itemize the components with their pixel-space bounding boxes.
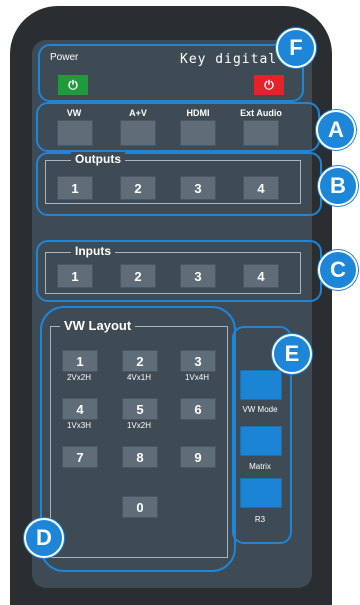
input-button-4[interactable]: 4 [243, 264, 279, 288]
output-button-1[interactable]: 1 [57, 176, 93, 200]
output-button-4[interactable]: 4 [243, 176, 279, 200]
output-button-2[interactable]: 2 [120, 176, 156, 200]
vw-layout-title: VW Layout [60, 318, 136, 333]
badge-a: A [316, 110, 356, 150]
power-off-icon: ⏻ [264, 77, 274, 92]
source-label-vw: VW [66, 108, 82, 118]
input-button-2[interactable]: 2 [120, 264, 156, 288]
vw-key-4[interactable]: 4 [62, 398, 98, 420]
vw-key-6[interactable]: 6 [180, 398, 216, 420]
output-button-3[interactable]: 3 [180, 176, 216, 200]
input-button-3[interactable]: 3 [180, 264, 216, 288]
power-on-icon: ⏻ [68, 77, 78, 92]
power-off-button[interactable]: ⏻ [254, 75, 284, 95]
source-label-ext-audio: Ext Audio [240, 108, 282, 118]
vw-sublabel-5: 1Vx2H [126, 421, 151, 430]
brand-logo: Key digital [180, 52, 278, 67]
source-button-ext-audio[interactable] [243, 120, 279, 146]
vw-key-3[interactable]: 3 [180, 350, 216, 372]
r3-button[interactable] [240, 478, 282, 508]
badge-f: F [276, 28, 316, 68]
badge-b: B [318, 166, 358, 206]
source-label-av: A+V [129, 108, 147, 118]
badge-d: D [24, 518, 64, 558]
source-label-hdmi: HDMI [186, 108, 210, 118]
vw-key-7[interactable]: 7 [62, 446, 98, 468]
power-label: Power [50, 52, 79, 63]
power-on-button[interactable]: ⏻ [58, 75, 88, 95]
source-button-vw[interactable] [57, 120, 93, 146]
vw-sublabel-4: 1Vx3H [66, 421, 91, 430]
vw-key-9[interactable]: 9 [180, 446, 216, 468]
input-button-1[interactable]: 1 [57, 264, 93, 288]
vw-mode-button[interactable] [240, 370, 282, 400]
source-button-hdmi[interactable] [180, 120, 216, 146]
vw-key-0[interactable]: 0 [122, 496, 158, 518]
vw-key-8[interactable]: 8 [122, 446, 158, 468]
vw-key-5[interactable]: 5 [122, 398, 158, 420]
source-button-av[interactable] [120, 120, 156, 146]
inputs-title: Inputs [71, 244, 115, 258]
vw-key-1[interactable]: 1 [62, 350, 98, 372]
vw-key-2[interactable]: 2 [122, 350, 158, 372]
vw-mode-label: VW Mode [242, 405, 278, 414]
vw-sublabel-2: 4Vx1H [126, 373, 151, 382]
badge-c: C [318, 250, 358, 290]
badge-e: E [272, 334, 312, 374]
r3-label: R3 [254, 515, 266, 524]
vw-sublabel-1: 2Vx2H [66, 373, 91, 382]
matrix-button[interactable] [240, 426, 282, 456]
matrix-label: Matrix [249, 462, 271, 471]
outputs-title: Outputs [71, 152, 125, 166]
vw-sublabel-3: 1Vx4H [184, 373, 209, 382]
